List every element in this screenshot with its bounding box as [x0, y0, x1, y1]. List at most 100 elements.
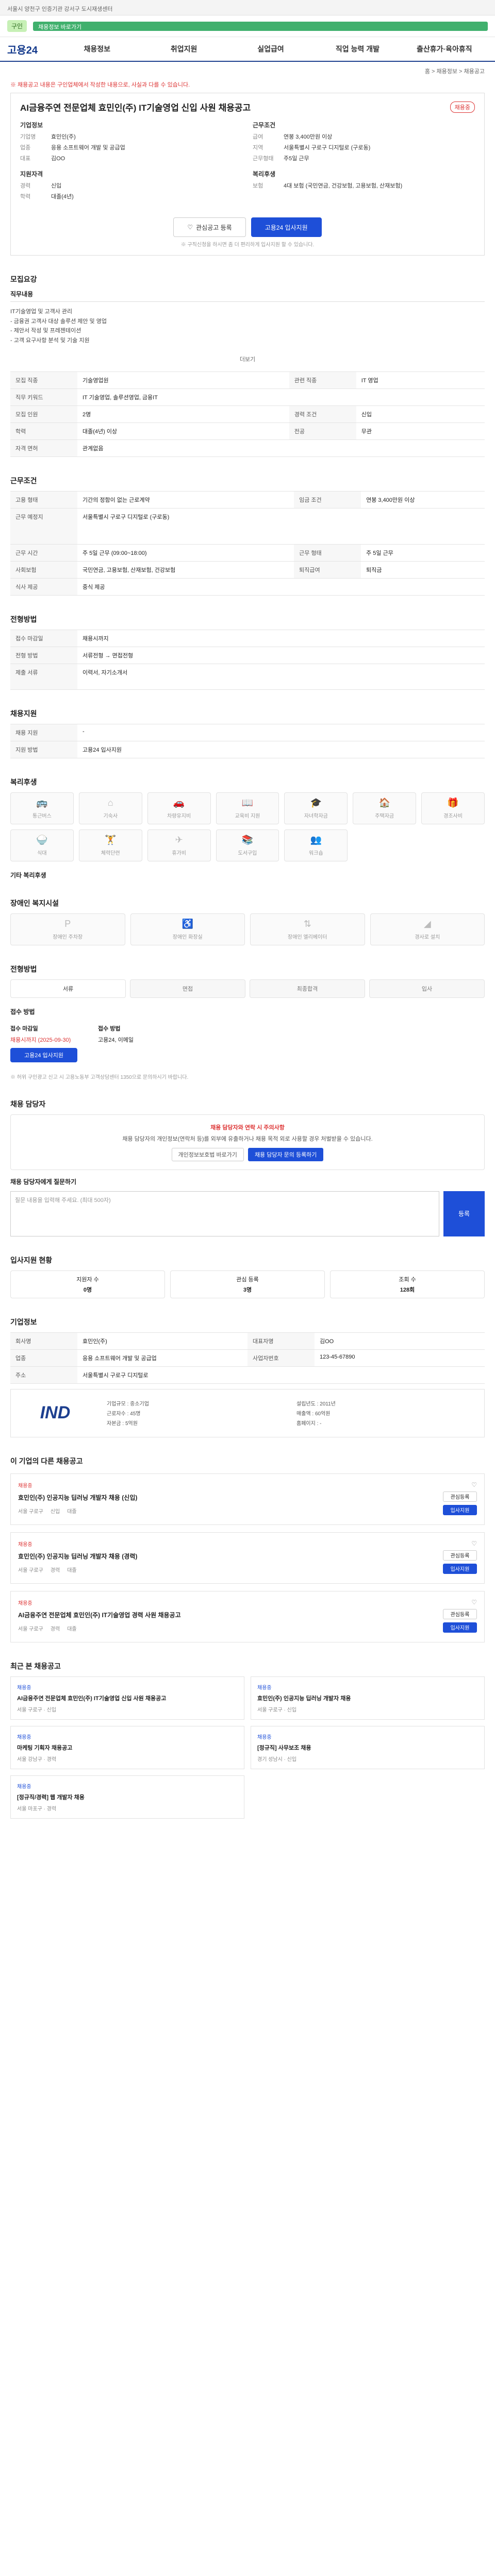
gnb-item-jobs[interactable]: 채용정보	[54, 44, 140, 54]
table-row: 학력 대졸(4년) 이상 전공 무관	[10, 422, 485, 440]
table-row: 채용 지원 -	[10, 723, 485, 741]
contact-register-button[interactable]: 채용 담당자 문의 등록하기	[248, 1147, 324, 1161]
kv-value: 연봉 3,400만원 이상	[284, 134, 333, 140]
job-apply-button[interactable]: 입사지원	[443, 1504, 477, 1515]
more-button[interactable]: 더보기	[10, 355, 485, 363]
apply-note: ※ 구직신청을 하시면 좀 더 편리하게 입사지원 할 수 있습니다.	[180, 242, 315, 248]
interest-value: 128회	[400, 1286, 415, 1293]
job-scrap-button[interactable]: 관심등록	[443, 1608, 477, 1619]
disability-label: 장애인 엘리베이터	[288, 934, 327, 940]
question-input[interactable]: 질문 내용을 입력해 주세요. (최대 500자)	[10, 1191, 439, 1236]
gnb-item-benefit[interactable]: 실업급여	[227, 44, 314, 54]
job-apply-button[interactable]: 입사지원	[443, 1622, 477, 1633]
book-icon: 📖	[241, 797, 254, 808]
cell: 주 5일 근무	[361, 544, 485, 562]
company-header: 기업정보	[20, 122, 43, 129]
job-name[interactable]: 효민인(주) 인공지능 딥러닝 개발자 채용 (신입)	[18, 1493, 477, 1502]
company-detail-row: 매출액 : 60억원	[296, 1411, 331, 1417]
recent-name[interactable]: [정규직] 사무보조 채용	[257, 1743, 478, 1752]
table-row: 접수 마감일 채용시까지	[10, 629, 485, 647]
apply-method-table: 접수 마감일 채용시까지 전형 방법 서류전형 → 면접전형 제출 서류 이력서, 자…	[10, 629, 485, 690]
job-card[interactable]: 채용중 효민인(주) 인공지능 딥러닝 개발자 채용 (경력) 서울 구로구 경력…	[10, 1532, 485, 1584]
gnb-item-employment[interactable]: 취업지원	[140, 44, 227, 54]
heart-icon[interactable]: ♡	[471, 1540, 477, 1547]
disability-label: 경사로 설치	[415, 934, 440, 940]
privacy-law-button[interactable]: 개인정보보호법 바로가기	[171, 1147, 244, 1161]
recent-meta: 서울 강남구 · 경력	[17, 1756, 57, 1762]
apply-button[interactable]: 고용24 입사지원	[251, 217, 322, 237]
welfare-item: ⌂ 기숙사	[78, 792, 142, 824]
contact-alert-title: 채용 담당자와 연락 시 주의사항	[210, 1124, 285, 1131]
cell: 기간의 정함이 없는 근로계약	[77, 490, 294, 509]
job-card[interactable]: 채용중 효민인(주) 인공지능 딥러닝 개발자 채용 (신입) 서울 구로구 신입…	[10, 1473, 485, 1525]
recent-card[interactable]: 채용중 효민인(주) 인공지능 딥러닝 개발자 채용 서울 구로구 · 신입	[251, 1676, 485, 1720]
report-note: ※ 허위 구인광고 신고 시 고용노동부 고객상담센터 1350으로 문의하시기…	[10, 1074, 189, 1080]
interest-box: 관심 등록 3명	[170, 1270, 325, 1298]
cell: 기술영업원	[77, 371, 289, 389]
apply-title: 접수 방법	[10, 1008, 35, 1015]
promo-banner[interactable]: 구인 채용정보 바로가기	[0, 15, 495, 37]
welfare-label: 경조사비	[443, 813, 463, 819]
site-logo[interactable]: 고용24	[7, 42, 54, 57]
posting-notice: ※ 채용공고 내용은 구인업체에서 작성한 내용으로, 사실과 다를 수 있습니…	[10, 82, 190, 88]
gnb-item-training[interactable]: 직업 능력 개발	[314, 44, 401, 54]
job-tag: 채용중	[18, 1541, 32, 1548]
recent-name[interactable]: 효민인(주) 인공지능 딥러닝 개발자 채용	[257, 1694, 478, 1702]
cell: -	[77, 723, 485, 741]
kv-key: 기업명	[20, 134, 36, 140]
people-icon: 👥	[310, 834, 322, 845]
recent-name[interactable]: AI금융주연 전문업체 효민인(주) IT기술영업 신입 사원 채용공고	[17, 1694, 238, 1702]
job-name[interactable]: 효민인(주) 인공지능 딥러닝 개발자 채용 (경력)	[18, 1552, 477, 1561]
recent-name[interactable]: [정규직/경력] 웹 개발자 채용	[17, 1793, 238, 1801]
welfare-label: 교육비 지원	[235, 813, 260, 819]
section-interest: 입사지원 현황	[10, 1256, 53, 1264]
table-row: 전형 방법 서류전형 → 면접전형	[10, 646, 485, 664]
section-process: 전형방법	[10, 964, 37, 973]
recent-card[interactable]: 채용중 마케팅 기획자 채용공고 서울 강남구 · 경력	[10, 1725, 244, 1769]
job-scrap-button[interactable]: 관심등록	[443, 1550, 477, 1561]
section-disability: 장애인 복지시설	[10, 899, 59, 907]
info-h: 주소	[10, 1366, 77, 1384]
cell-h: 전형 방법	[10, 646, 77, 664]
disability-item: ⇅ 장애인 엘리베이터	[250, 913, 365, 945]
job-apply-button[interactable]: 입사지원	[443, 1563, 477, 1574]
welfare-label: 체력단련	[101, 850, 120, 856]
kv-key: 대표	[20, 156, 31, 162]
table-row: 모집 직종 기술영업원 관련 직종 IT 영업	[10, 371, 485, 389]
recent-card[interactable]: 채용중 AI금융주연 전문업체 효민인(주) IT기술영업 신입 사원 채용공고 서…	[10, 1676, 244, 1720]
cond-header: 근무조건	[253, 122, 276, 129]
table-row: 식사 제공 중식 제공	[10, 578, 485, 596]
job-meta: 대졸	[67, 1509, 77, 1515]
disability-item: P 장애인 주차장	[10, 913, 125, 945]
company-detail-row: 기업규모 : 중소기업	[107, 1401, 149, 1408]
bus-icon: 🚌	[36, 797, 48, 808]
job-tag: 채용중	[18, 1600, 32, 1606]
scrap-button[interactable]: ♡ 관심공고 등록	[173, 217, 246, 237]
recent-card[interactable]: 채용중 [정규직/경력] 웹 개발자 채용 서울 마포구 · 경력	[10, 1775, 244, 1819]
job-scrap-button[interactable]: 관심등록	[443, 1491, 477, 1502]
recent-card[interactable]: 채용중 [정규직] 사무보조 채용 경기 성남시 · 신입	[251, 1725, 485, 1769]
question-send-button[interactable]: 등록	[443, 1191, 485, 1236]
gnb-item-leave[interactable]: 출산휴가·육아휴직	[401, 44, 488, 54]
welfare-label: 주택자금	[375, 813, 394, 819]
cell: IT 기술영업, 솔루션영업, 금융IT	[77, 388, 485, 406]
company-detail: 기업규모 : 중소기업 설립년도 : 2011년 근로자수 : 45명 매출액 …	[107, 1399, 476, 1427]
recent-grid: 채용중 AI금융주연 전문업체 효민인(주) IT기술영업 신입 사원 채용공고 서…	[10, 1676, 485, 1819]
kv-key: 근무형태	[253, 156, 274, 162]
apply-button-2[interactable]: 고용24 입사지원	[10, 1047, 78, 1062]
job-name[interactable]: AI금융주연 전문업체 효민인(주) IT기술영업 경력 사원 채용공고	[18, 1611, 477, 1619]
info-h: 회사명	[10, 1332, 77, 1350]
heart-icon[interactable]: ♡	[471, 1481, 477, 1488]
job-card[interactable]: 채용중 AI금융주연 전문업체 효민인(주) IT기술영업 경력 사원 채용공고…	[10, 1590, 485, 1642]
status-badge: 채용중	[450, 101, 475, 113]
work-cond-table: 고용 형태 기간의 정함이 없는 근로계약 임금 조건 연봉 3,400만원 이상 근…	[10, 490, 485, 596]
welfare-item: 🍚 식대	[10, 829, 74, 861]
recent-name[interactable]: 마케팅 기획자 채용공고	[17, 1743, 238, 1752]
heart-icon[interactable]: ♡	[471, 1599, 477, 1606]
section-work-cond: 근무조건	[10, 476, 37, 485]
table-row: 사회보험 국민연금, 고용보험, 산재보험, 건강보험 퇴직급여 퇴직금	[10, 561, 485, 579]
info-v: 김OO	[315, 1333, 485, 1350]
kv-row: 근무형태 주5일 근무	[253, 154, 475, 162]
contact-alert-text: 채용 담당자의 개인정보(연락처 등)를 외부에 유출하거나 채용 목적 외로 …	[122, 1136, 373, 1142]
banner-bar[interactable]: 채용정보 바로가기	[33, 21, 488, 31]
